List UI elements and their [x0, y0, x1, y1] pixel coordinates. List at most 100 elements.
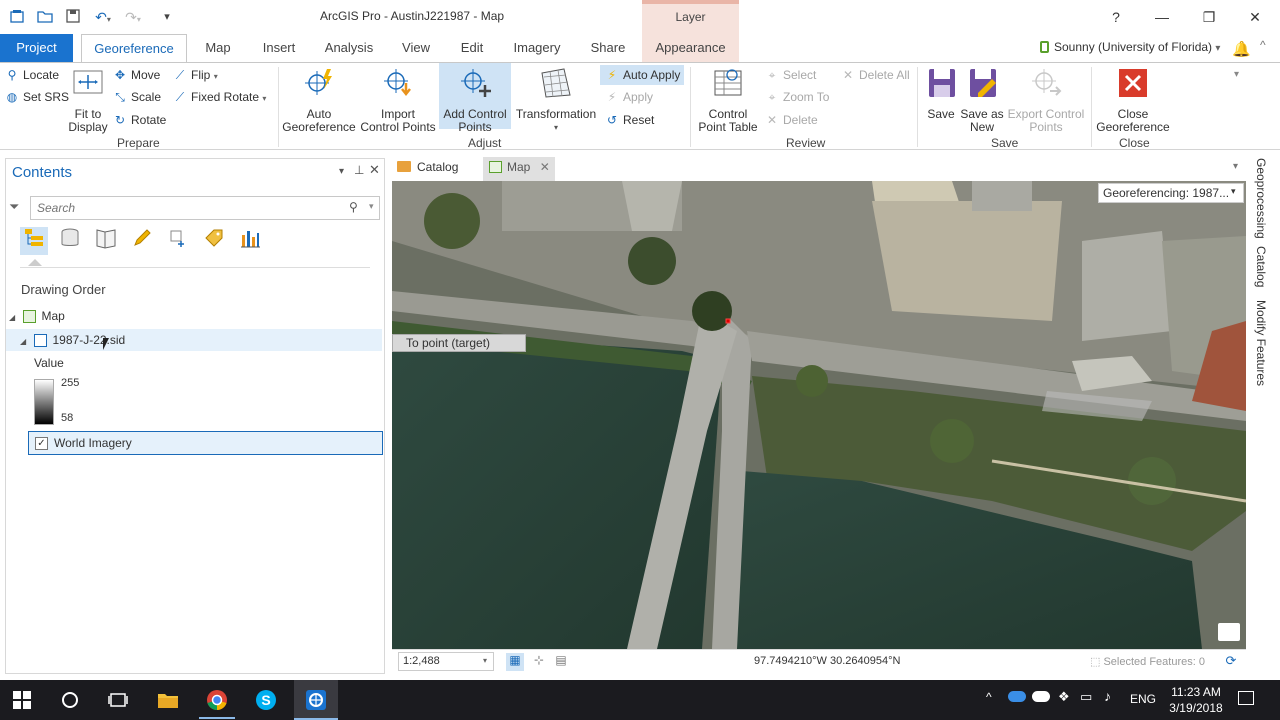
table-icon[interactable]: ▤ [552, 653, 570, 671]
search-options-icon[interactable]: ▾ [369, 201, 374, 212]
close-pane-icon[interactable]: ✕ [369, 162, 380, 178]
windows-start-icon[interactable] [10, 688, 34, 712]
export-control-points-button[interactable]: Export Control Points [1004, 65, 1088, 134]
layer-visibility-checkbox[interactable] [33, 334, 47, 348]
geoprocessing-rail-tab[interactable]: Geoprocessing [1254, 158, 1268, 239]
redo-icon[interactable]: ↷▾ [120, 8, 146, 26]
new-project-icon[interactable] [8, 8, 26, 26]
notifications-icon[interactable]: 🔔 [1232, 40, 1251, 58]
filter-icon[interactable]: ⏷ [9, 199, 19, 215]
layer-row-world-imagery[interactable]: ✓ World Imagery [28, 431, 383, 455]
undo-icon[interactable]: ↶▾ [90, 8, 116, 26]
tab-share[interactable]: Share [584, 34, 632, 62]
snapping-icon[interactable]: ⊹ [530, 653, 548, 671]
tab-project[interactable]: Project [0, 34, 73, 62]
chrome-icon[interactable] [199, 688, 235, 719]
save-button[interactable]: Save [922, 65, 960, 121]
add-control-points-button[interactable]: Add Control Points [439, 63, 511, 134]
scale-button[interactable]: ⤡ Scale [112, 87, 161, 107]
close-tab-icon[interactable]: ✕ [540, 160, 550, 174]
transformation-button[interactable]: Transformation ▾ [514, 65, 598, 134]
modify-features-rail-tab[interactable]: Modify Features [1254, 300, 1268, 386]
world-imagery-visibility-checkbox[interactable]: ✓ [35, 437, 48, 451]
tab-insert[interactable]: Insert [254, 34, 304, 62]
file-explorer-icon[interactable] [156, 688, 180, 712]
customize-qat-icon[interactable]: ▾ [158, 8, 176, 26]
close-window-button[interactable]: ✕ [1241, 6, 1269, 28]
pin-icon[interactable]: ⊥ [354, 163, 364, 177]
collapse-ribbon-icon[interactable]: ^ [1260, 38, 1266, 52]
tab-imagery[interactable]: Imagery [506, 34, 568, 62]
control-point-table-button[interactable]: Control Point Table [696, 65, 760, 134]
layer-row-1987[interactable]: ◢ 1987-J-22.sid [6, 329, 382, 351]
ribbon-options-icon[interactable]: ▾ [1234, 69, 1239, 80]
map-node[interactable]: ◢ Map [9, 305, 65, 327]
attribution-icon[interactable] [1218, 623, 1240, 641]
help-button[interactable]: ? [1102, 6, 1130, 28]
tab-view[interactable]: View [394, 34, 438, 62]
apply-button[interactable]: ⚡ Apply [604, 87, 653, 107]
locate-button[interactable]: ⚲ Locate [4, 65, 59, 85]
network-icon[interactable]: ▭ [1080, 689, 1092, 705]
search-input[interactable] [31, 197, 331, 219]
tab-georeference[interactable]: Georeference [81, 34, 187, 63]
refresh-icon[interactable]: ⟳ [1222, 653, 1240, 671]
fixed-rotate-button[interactable]: ⟋ Fixed Rotate ▾ [172, 87, 267, 107]
list-by-selection-icon[interactable] [92, 227, 120, 255]
close-georeference-button[interactable]: Close Georeference [1094, 65, 1172, 134]
arcgis-pro-taskbar-button[interactable] [294, 680, 338, 720]
flip-button[interactable]: ⟋ Flip ▾ [172, 65, 218, 85]
tab-appearance[interactable]: Appearance [642, 34, 739, 62]
auto-apply-toggle[interactable]: ⚡ Auto Apply [600, 65, 685, 85]
georeferencing-layer-dropdown[interactable]: Georeferencing: 1987... ▾ [1098, 183, 1244, 203]
auto-georeference-button[interactable]: Auto Georeference [282, 65, 356, 134]
list-by-data-source-icon[interactable] [56, 227, 84, 255]
delete-all-button[interactable]: ✕ Delete All [840, 65, 910, 85]
rotate-button[interactable]: ↻ Rotate [112, 110, 166, 130]
show-hidden-icons-icon[interactable]: ^ [986, 690, 992, 704]
reset-button[interactable]: ↺ Reset [604, 110, 654, 130]
tab-map[interactable]: Map [196, 34, 240, 62]
delete-button[interactable]: ✕ Delete [764, 110, 818, 130]
scale-selector[interactable]: 1:2,488 ▾ [398, 652, 494, 671]
minimize-button[interactable]: — [1148, 6, 1176, 28]
zoom-to-button[interactable]: ⌖ Zoom To [764, 87, 830, 107]
list-by-charts-icon[interactable] [236, 227, 264, 255]
expand-chevron-icon[interactable]: ◢ [9, 313, 15, 322]
list-by-editing-icon[interactable] [128, 227, 156, 255]
select-button[interactable]: ⌖ Select [764, 65, 817, 85]
list-by-drawing-order-icon[interactable] [20, 227, 48, 255]
skype-icon[interactable]: S [254, 688, 278, 712]
dropbox-icon[interactable]: ❖ [1058, 689, 1070, 705]
language-indicator[interactable]: ENG [1130, 692, 1156, 706]
move-button[interactable]: ✥ Move [112, 65, 160, 85]
cloud-icon[interactable] [1032, 691, 1050, 702]
restore-button[interactable]: ❐ [1195, 6, 1223, 28]
pane-options-icon[interactable]: ▾ [339, 166, 344, 177]
catalog-rail-tab[interactable]: Catalog [1254, 246, 1268, 287]
search-icon[interactable]: ⚲ [349, 200, 358, 214]
expand-chevron-icon[interactable]: ◢ [20, 337, 26, 346]
import-control-points-button[interactable]: Import Control Points [358, 65, 438, 134]
user-account[interactable]: Sounny (University of Florida) ▾ [1040, 40, 1220, 54]
view-tabs-menu-icon[interactable]: ▾ [1233, 161, 1238, 172]
clock[interactable]: 11:23 AM 3/19/2018 [1168, 684, 1224, 716]
save-as-new-button[interactable]: Save as New [960, 65, 1004, 134]
list-by-labeling-icon[interactable] [200, 227, 228, 255]
save-project-icon[interactable] [64, 8, 82, 26]
map-canvas[interactable]: To point (target) Georeferencing: 1987..… [392, 181, 1246, 649]
tab-catalog-view[interactable]: Catalog [397, 160, 458, 180]
task-view-icon[interactable] [106, 688, 130, 712]
volume-icon[interactable]: ♪ [1104, 688, 1111, 704]
action-center-icon[interactable] [1238, 691, 1254, 705]
tab-map-view[interactable]: Map ✕ [483, 157, 555, 181]
tab-edit[interactable]: Edit [452, 34, 492, 62]
tab-analysis[interactable]: Analysis [318, 34, 380, 62]
list-by-snapping-icon[interactable] [164, 227, 192, 255]
open-folder-icon[interactable] [36, 8, 54, 26]
grid-icon[interactable]: ▦ [506, 653, 524, 671]
fit-to-display-button[interactable]: Fit to Display [68, 65, 108, 134]
onedrive-icon[interactable] [1008, 691, 1026, 702]
cortana-icon[interactable] [58, 688, 82, 712]
set-srs-button[interactable]: ◍ Set SRS [4, 87, 69, 107]
